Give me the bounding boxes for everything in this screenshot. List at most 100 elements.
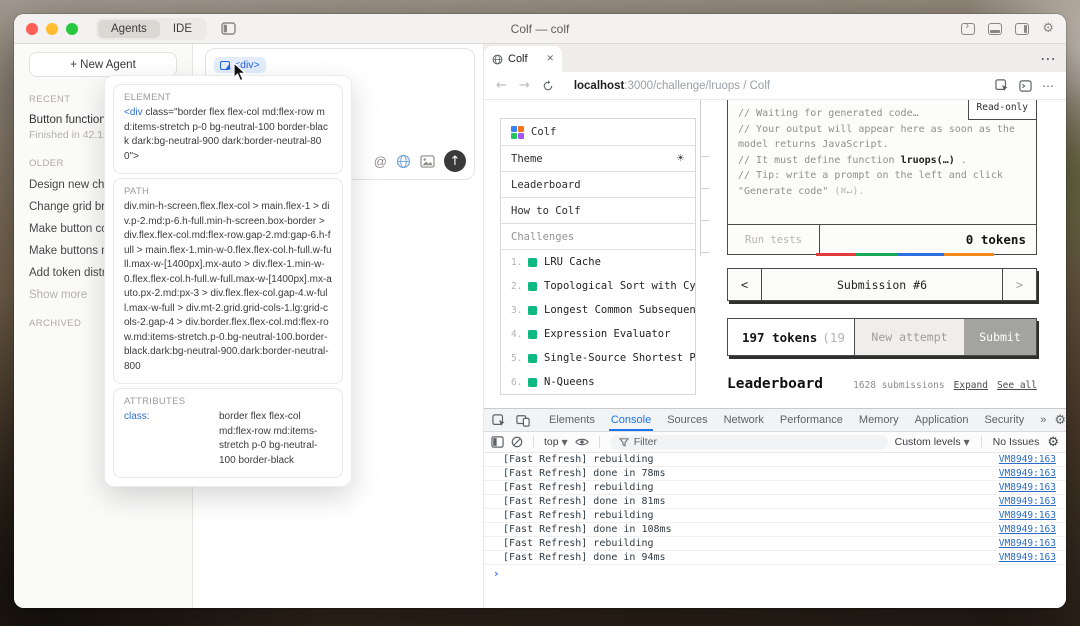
forward-icon[interactable]: → bbox=[519, 78, 530, 93]
send-button[interactable]: ↑ bbox=[444, 150, 466, 172]
element-inspector-tooltip: ELEMENT <div class="border flex flex-col… bbox=[104, 75, 352, 487]
code-comment: // It must define function lruops(…) . bbox=[738, 153, 1026, 169]
submission-navigator: < Submission #6 > bbox=[727, 268, 1037, 301]
console-prompt[interactable]: › bbox=[484, 565, 1066, 580]
console-row: [Fast Refresh] done in 78msVM8949:163 bbox=[484, 467, 1066, 481]
browser-urlbar: ← → localhost:3000/challenge/lruops / Co… bbox=[484, 72, 1066, 100]
expand-link[interactable]: Expand bbox=[954, 380, 988, 391]
element-tag: <div bbox=[124, 107, 143, 118]
token-counter: 0 tokens bbox=[820, 225, 1036, 254]
new-agent-button[interactable]: + New Agent bbox=[29, 52, 177, 77]
clear-console-icon[interactable] bbox=[511, 436, 523, 448]
settings-gear-icon[interactable]: ⚙ bbox=[1042, 22, 1054, 35]
minimize-window-button[interactable] bbox=[46, 23, 58, 35]
attr-key: class: bbox=[124, 410, 219, 468]
challenge-item[interactable]: 2.Topological Sort with Cycle bbox=[501, 274, 695, 298]
panel-bottom-icon[interactable] bbox=[988, 23, 1002, 35]
challenge-item[interactable]: 4.Expression Evaluator bbox=[501, 322, 695, 346]
attach-image-icon[interactable] bbox=[420, 155, 435, 168]
tab-sources[interactable]: Sources bbox=[659, 409, 715, 431]
eye-icon[interactable] bbox=[575, 437, 589, 447]
see-all-link[interactable]: See all bbox=[997, 380, 1037, 391]
tab-elements[interactable]: Elements bbox=[541, 409, 603, 431]
issues-counter[interactable]: No Issues bbox=[993, 436, 1040, 448]
console-filter-input[interactable]: Filter bbox=[610, 435, 888, 450]
solved-square-icon bbox=[528, 378, 537, 387]
url-suffix: / Colf bbox=[740, 80, 770, 92]
browser-globe-icon[interactable] bbox=[396, 154, 411, 169]
tabstrip-more-icon[interactable]: ⋯ bbox=[1040, 49, 1056, 68]
tab-network[interactable]: Network bbox=[716, 409, 772, 431]
attr-value: border flex flex-col md:flex-row md:item… bbox=[219, 410, 332, 468]
console-sidebar-icon[interactable] bbox=[491, 436, 504, 448]
path-label: PATH bbox=[124, 186, 332, 197]
sidebar-toggle-icon[interactable] bbox=[221, 22, 236, 35]
prev-submission-button[interactable]: < bbox=[728, 269, 762, 300]
devtools-inspect-icon[interactable] bbox=[487, 409, 511, 431]
address-text[interactable]: localhost:3000/challenge/lruops / Colf bbox=[574, 80, 770, 92]
source-link[interactable]: VM8949:163 bbox=[999, 496, 1056, 507]
close-tab-icon[interactable]: ✕ bbox=[546, 54, 554, 64]
rainbow-strip bbox=[816, 253, 994, 256]
devtools-settings-icon[interactable]: ⚙ bbox=[1054, 414, 1066, 427]
inspect-element-icon[interactable] bbox=[995, 79, 1009, 92]
nav-how-to-colf[interactable]: How to Colf bbox=[501, 198, 695, 224]
colf-sidebar: Colf Theme ☀ Leaderboard How to Colf Cha… bbox=[500, 118, 696, 395]
reload-icon[interactable] bbox=[542, 80, 554, 92]
zoom-window-button[interactable] bbox=[66, 23, 78, 35]
run-tests-button[interactable]: Run tests bbox=[728, 225, 820, 254]
urlbar-more-icon[interactable]: ⋯ bbox=[1042, 79, 1054, 93]
console-settings-icon[interactable]: ⚙ bbox=[1047, 436, 1059, 449]
tooltip-attributes-section: ATTRIBUTES class: border flex flex-col m… bbox=[113, 388, 343, 478]
tab-application[interactable]: Application bbox=[907, 409, 977, 431]
code-editor[interactable]: Read-only // Waiting for generated code…… bbox=[728, 100, 1036, 224]
leaderboard-section: Leaderboard 1628 submissions Expand See … bbox=[727, 376, 1037, 392]
challenge-item[interactable]: 5.Single-Source Shortest Paths bbox=[501, 346, 695, 370]
panel-right-icon[interactable] bbox=[1015, 23, 1029, 35]
nav-theme[interactable]: Theme ☀ bbox=[501, 146, 695, 172]
source-link[interactable]: VM8949:163 bbox=[999, 482, 1056, 493]
app-window: Colf — colf Agents IDE ⚙ + New Agent REC… bbox=[14, 14, 1066, 608]
back-icon[interactable]: ← bbox=[496, 78, 507, 93]
devtools-panel: Elements Console Sources Network Perform… bbox=[484, 408, 1066, 608]
context-selector[interactable]: top ▼ bbox=[544, 436, 568, 448]
tab-agents[interactable]: Agents bbox=[98, 20, 160, 38]
tab-console[interactable]: Console bbox=[603, 409, 659, 431]
challenge-item[interactable]: 1.LRU Cache bbox=[501, 250, 695, 274]
source-link[interactable]: VM8949:163 bbox=[999, 524, 1056, 535]
mention-icon[interactable]: @ bbox=[374, 154, 387, 169]
challenge-item[interactable]: 6.N-Queens bbox=[501, 370, 695, 394]
source-link[interactable]: VM8949:163 bbox=[999, 468, 1056, 479]
code-output-panel: Read-only // Waiting for generated code…… bbox=[727, 100, 1037, 255]
challenge-item[interactable]: 3.Longest Common Subsequence bbox=[501, 298, 695, 322]
source-link[interactable]: VM8949:163 bbox=[999, 454, 1056, 465]
tab-memory[interactable]: Memory bbox=[851, 409, 907, 431]
submit-button[interactable]: Submit bbox=[964, 319, 1036, 355]
source-link[interactable]: VM8949:163 bbox=[999, 538, 1056, 549]
attributes-label: ATTRIBUTES bbox=[124, 396, 332, 407]
source-link[interactable]: VM8949:163 bbox=[999, 510, 1056, 521]
funnel-icon bbox=[619, 438, 629, 447]
colf-logo-row[interactable]: Colf bbox=[501, 119, 695, 146]
solved-square-icon bbox=[528, 306, 537, 315]
console-log[interactable]: [Fast Refresh] rebuildingVM8949:163 [Fas… bbox=[484, 453, 1066, 608]
editor-footer: Run tests 0 tokens bbox=[728, 224, 1036, 254]
colf-app-viewport: Colf Theme ☀ Leaderboard How to Colf Cha… bbox=[484, 100, 1066, 408]
next-submission-button[interactable]: > bbox=[1002, 269, 1036, 300]
close-window-button[interactable] bbox=[26, 23, 38, 35]
nav-leaderboard[interactable]: Leaderboard bbox=[501, 172, 695, 198]
tab-performance[interactable]: Performance bbox=[772, 409, 851, 431]
tab-security[interactable]: Security bbox=[976, 409, 1032, 431]
theme-toggle-icon[interactable]: ☀ bbox=[676, 153, 685, 164]
colf-logo-icon bbox=[511, 126, 524, 139]
panel-terminal-icon[interactable] bbox=[961, 23, 975, 35]
more-tabs-icon[interactable]: » bbox=[1032, 409, 1054, 431]
browser-tab[interactable]: Colf ✕ bbox=[484, 46, 562, 72]
new-attempt-button[interactable]: New attempt bbox=[854, 319, 964, 355]
devtools-panel-icon[interactable] bbox=[1019, 80, 1032, 92]
tab-ide[interactable]: IDE bbox=[160, 20, 205, 38]
log-levels-dropdown[interactable]: Custom levels ▼ bbox=[895, 436, 970, 448]
console-row: [Fast Refresh] rebuildingVM8949:163 bbox=[484, 481, 1066, 495]
device-toolbar-icon[interactable] bbox=[511, 409, 535, 431]
source-link[interactable]: VM8949:163 bbox=[999, 552, 1056, 563]
